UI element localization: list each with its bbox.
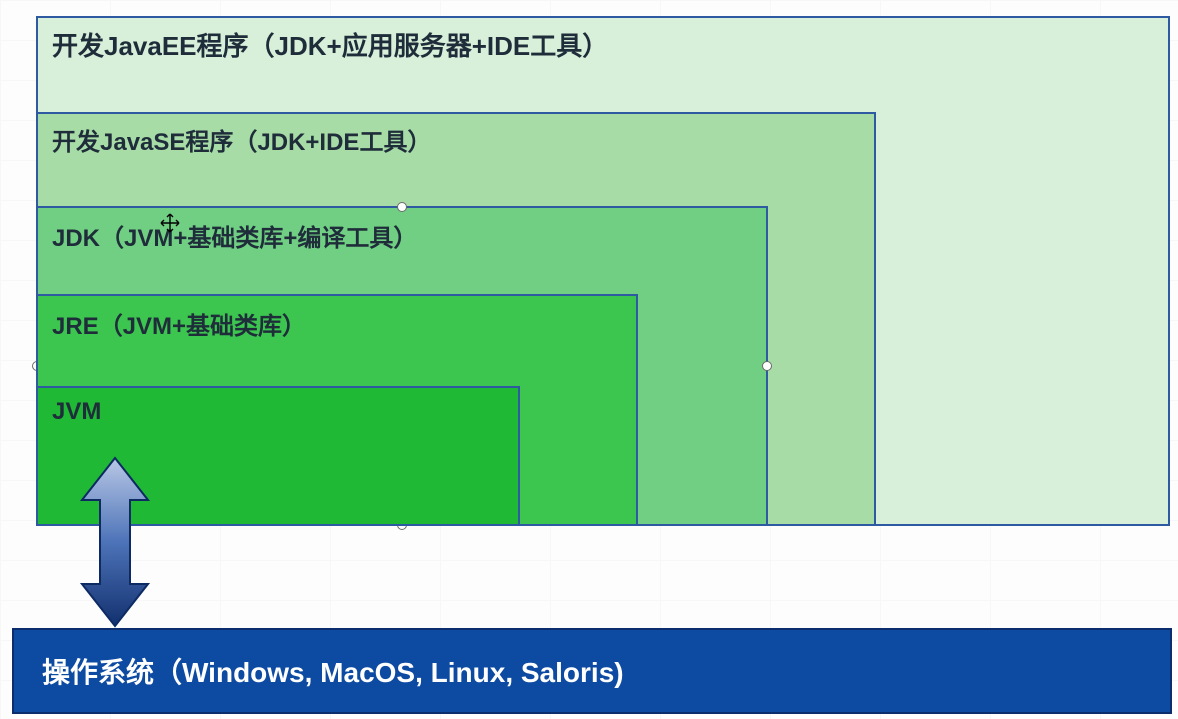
resize-handle-top[interactable] (397, 202, 407, 212)
layer-jdk-label: JDK（JVM+基础类库+编译工具） (52, 218, 417, 253)
layer-os[interactable]: 操作系统（Windows, MacOS, Linux, Saloris) (12, 628, 1172, 714)
nested-layers-stage: 开发JavaEE程序（JDK+应用服务器+IDE工具） 开发JavaSE程序（J… (36, 6, 1172, 526)
layer-javaee-label: 开发JavaEE程序（JDK+应用服务器+IDE工具） (52, 26, 608, 63)
resize-handle-right[interactable] (762, 361, 772, 371)
layer-jvm-label: JVM (52, 398, 101, 426)
layer-javase-label: 开发JavaSE程序（JDK+IDE工具） (52, 122, 431, 157)
layer-jre-label: JRE（JVM+基础类库） (52, 306, 306, 341)
double-arrow-icon (74, 456, 156, 628)
layer-os-label: 操作系统（Windows, MacOS, Linux, Saloris) (42, 651, 624, 691)
